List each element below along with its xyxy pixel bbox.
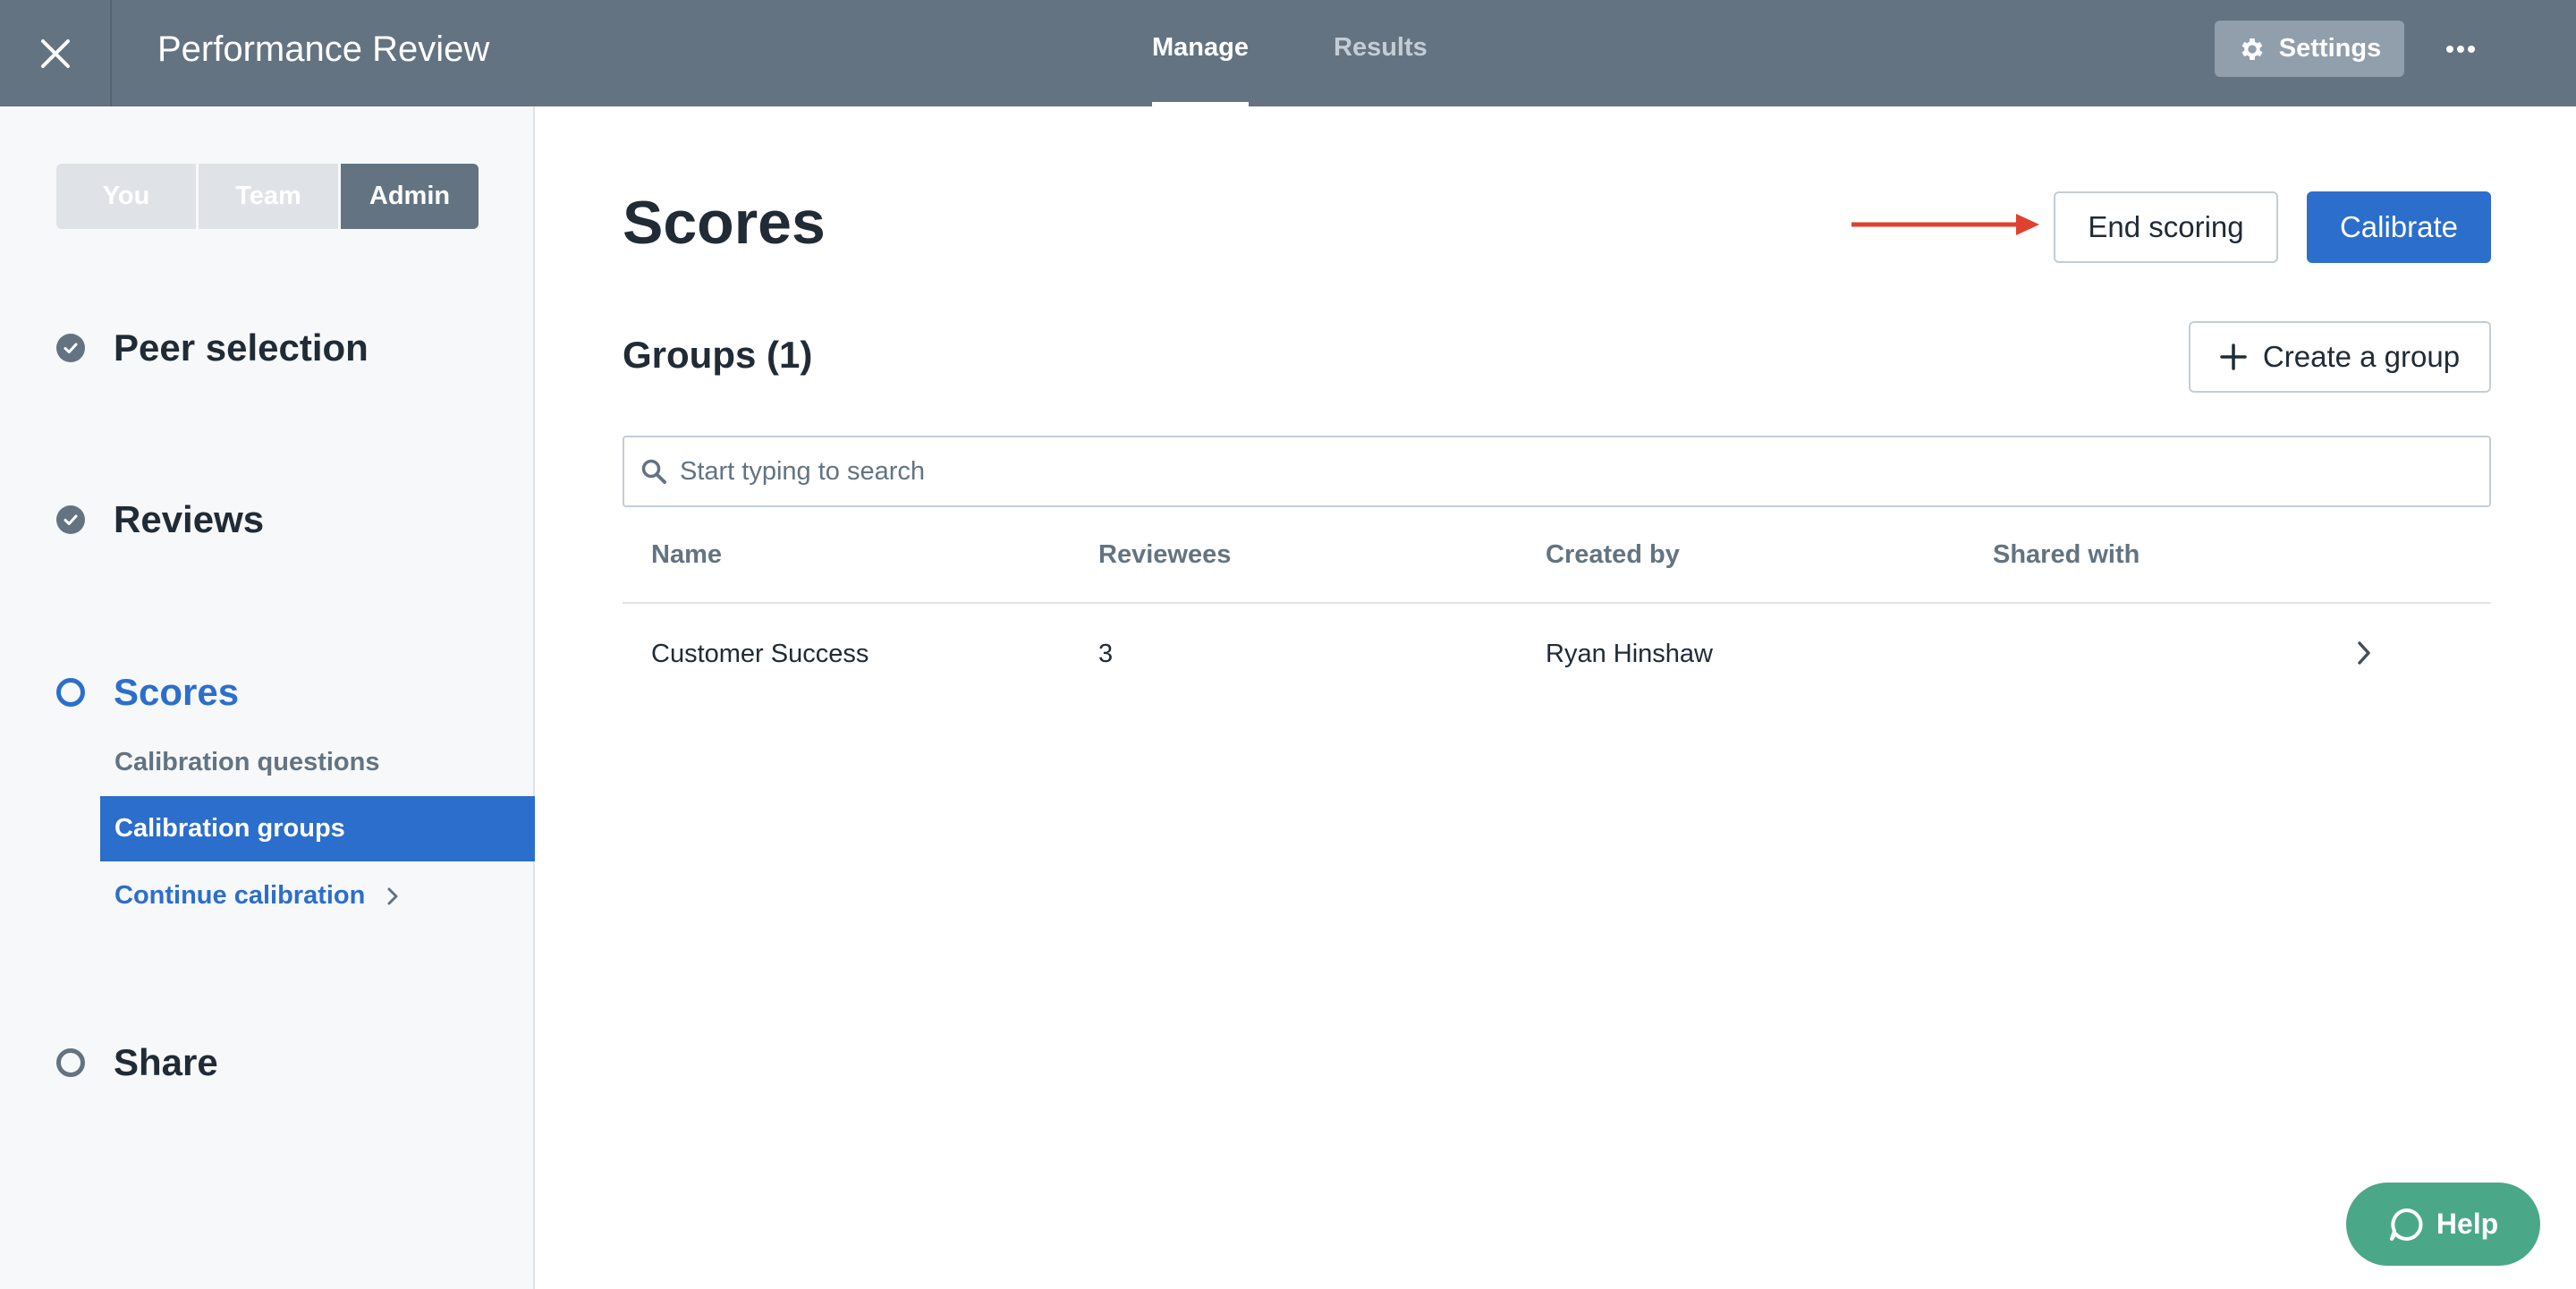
chevron-right-icon xyxy=(387,887,398,904)
segment-you[interactable]: You xyxy=(56,164,196,229)
page-title: Scores xyxy=(623,189,826,257)
help-label: Help xyxy=(2436,1208,2499,1240)
calibrate-button[interactable]: Calibrate xyxy=(2307,191,2491,263)
step-label: Peer selection xyxy=(114,326,369,369)
search-input[interactable] xyxy=(680,456,2451,487)
top-bar: Performance Review Manage Results Settin… xyxy=(0,0,2576,106)
sidebar-item-continue-calibration[interactable]: Continue calibration xyxy=(100,863,535,929)
chevron-right-icon[interactable] xyxy=(2356,640,2372,666)
cell-name: Customer Success xyxy=(651,640,869,668)
step-label: Scores xyxy=(114,671,240,713)
step-share[interactable]: Share xyxy=(56,1041,218,1084)
gear-icon xyxy=(2241,38,2263,60)
close-button[interactable] xyxy=(0,0,112,106)
step-label: Reviews xyxy=(114,498,265,540)
column-header-name[interactable]: Name xyxy=(651,522,722,587)
cell-created-by: Ryan Hinshaw xyxy=(1546,640,1713,668)
sidebar: You Team Admin Peer selection Reviews Sc… xyxy=(0,106,535,1289)
annotation-arrow-icon xyxy=(1852,214,2039,235)
view-segmented-control: You Team Admin xyxy=(56,164,479,229)
continue-calibration-label: Continue calibration xyxy=(114,881,366,910)
sidebar-item-calibration-groups[interactable]: Calibration groups xyxy=(100,796,535,861)
cell-reviewees: 3 xyxy=(1098,640,1114,668)
column-header-reviewees[interactable]: Reviewees xyxy=(1098,522,1231,587)
close-icon xyxy=(40,38,70,68)
app-title: Performance Review xyxy=(157,30,490,69)
create-group-label: Create a group xyxy=(2262,340,2461,373)
column-header-created-by[interactable]: Created by xyxy=(1546,522,1680,587)
step-peer-selection[interactable]: Peer selection xyxy=(56,326,369,369)
search-icon xyxy=(640,458,667,485)
settings-button[interactable]: Settings xyxy=(2215,21,2404,77)
more-options-button[interactable] xyxy=(2431,21,2490,77)
groups-heading: Groups (1) xyxy=(623,334,813,376)
check-circle-icon xyxy=(56,505,85,534)
segment-admin[interactable]: Admin xyxy=(341,164,479,229)
more-horizontal-icon xyxy=(2446,45,2475,53)
sidebar-item-calibration-questions[interactable]: Calibration questions xyxy=(100,730,535,795)
current-step-circle-icon xyxy=(56,678,85,707)
step-reviews[interactable]: Reviews xyxy=(56,498,264,541)
step-label: Share xyxy=(114,1041,218,1083)
search-field xyxy=(623,436,2491,507)
end-scoring-button[interactable]: End scoring xyxy=(2054,191,2278,263)
plus-icon xyxy=(2220,343,2247,370)
step-scores[interactable]: Scores xyxy=(56,671,239,714)
chat-bubble-icon xyxy=(2389,1208,2423,1241)
settings-label: Settings xyxy=(2278,34,2382,63)
segment-team[interactable]: Team xyxy=(199,164,338,229)
pending-step-circle-icon xyxy=(56,1048,85,1077)
tab-results[interactable]: Results xyxy=(1334,0,1428,106)
check-circle-icon xyxy=(56,334,85,362)
table-row[interactable]: Customer Success 3 Ryan Hinshaw xyxy=(623,604,2491,704)
table-header: Name Reviewees Created by Shared with xyxy=(623,522,2491,604)
help-button[interactable]: Help xyxy=(2346,1183,2540,1266)
tab-manage[interactable]: Manage xyxy=(1152,0,1249,106)
create-group-button[interactable]: Create a group xyxy=(2189,321,2491,393)
column-header-shared-with[interactable]: Shared with xyxy=(1993,522,2140,587)
